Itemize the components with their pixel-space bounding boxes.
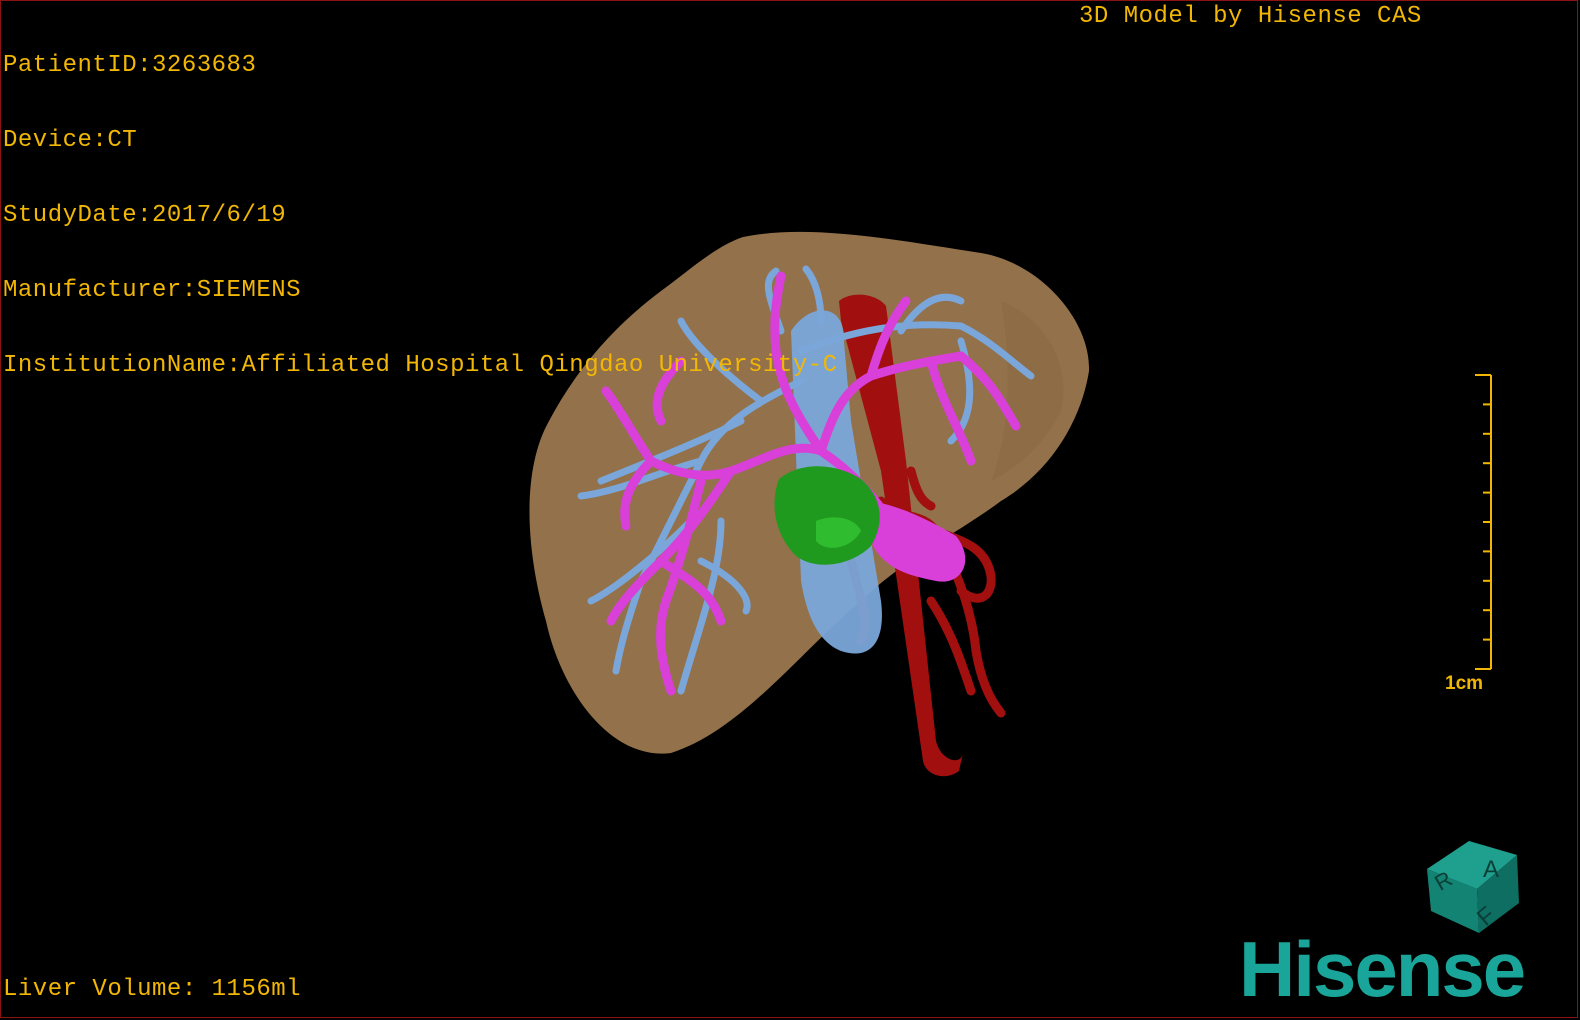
orientation-label-a: A <box>1483 856 1499 883</box>
orientation-cube[interactable]: R A F <box>1419 833 1523 937</box>
manufacturer-label: Manufacturer:SIEMENS <box>3 277 302 304</box>
institution-label: InstitutionName:Affiliated Hospital Qing… <box>3 352 838 379</box>
device-label: Device:CT <box>3 127 138 154</box>
model-credit: 3D Model by Hisense CAS <box>1079 3 1422 30</box>
scale-bar <box>1475 374 1492 670</box>
study-info: PatientID:3263683 Device:CT StudyDate:20… <box>3 3 838 428</box>
patient-id-label: PatientID:3263683 <box>3 52 257 79</box>
hisense-logo: Hisense <box>1239 925 1526 1013</box>
study-date-label: StudyDate:2017/6/19 <box>3 202 287 229</box>
liver-volume-label: Liver Volume: 1156ml <box>3 976 302 1003</box>
3d-viewport[interactable]: PatientID:3263683 Device:CT StudyDate:20… <box>0 0 1578 1018</box>
scale-bar-label: 1cm <box>1445 673 1484 694</box>
